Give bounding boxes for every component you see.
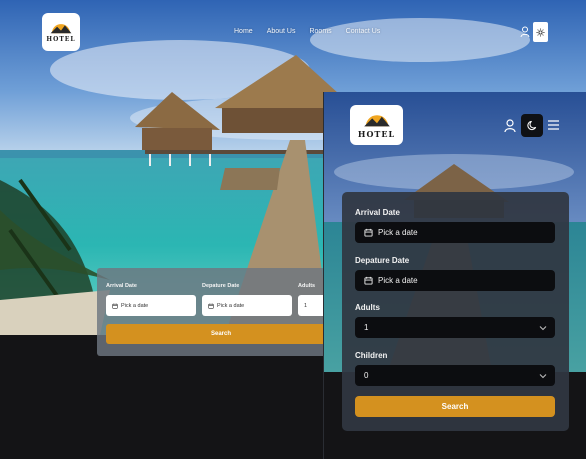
chevron-down-icon <box>539 325 547 330</box>
arrival-date-label: Arrival Date <box>106 283 137 289</box>
nav-item-about-us[interactable]: About Us <box>267 28 296 35</box>
mobile-view: HOTEL Arrival Date Pick a date Depature … <box>323 92 586 459</box>
logo-text: HOTEL <box>46 36 76 43</box>
chevron-down-icon <box>539 373 547 378</box>
user-icon[interactable] <box>520 26 530 38</box>
desktop-booking-form: Arrival Date Depature Date Adults Pick a… <box>97 268 346 356</box>
children-select[interactable]: 0 <box>355 365 555 386</box>
departure-date-label: Depature Date <box>355 256 410 265</box>
departure-date-placeholder: Pick a date <box>217 302 245 309</box>
departure-date-picker[interactable]: Pick a date <box>355 270 555 291</box>
arrival-date-placeholder: Pick a date <box>378 228 418 237</box>
user-icon[interactable] <box>504 119 516 133</box>
moon-icon <box>526 120 536 131</box>
adults-label: Adults <box>355 303 380 312</box>
adults-select[interactable]: 1 <box>355 317 555 338</box>
sun-mountain-logo-icon <box>363 114 390 126</box>
theme-toggle-button[interactable] <box>533 22 548 42</box>
calendar-icon <box>364 228 373 237</box>
departure-date-placeholder: Pick a date <box>378 276 418 285</box>
hotel-logo[interactable]: HOTEL <box>42 13 80 51</box>
arrival-date-picker[interactable]: Pick a date <box>355 222 555 243</box>
children-label: Children <box>355 351 388 360</box>
mobile-search-button[interactable]: Search <box>355 396 555 417</box>
calendar-icon <box>208 303 214 309</box>
nav-item-contact-us[interactable]: Contact Us <box>346 28 381 35</box>
adults-value: 1 <box>364 323 369 332</box>
children-value: 0 <box>364 371 369 380</box>
calendar-icon <box>112 303 118 309</box>
mobile-booking-form: Arrival Date Pick a date Depature Date P… <box>342 192 569 431</box>
arrival-date-picker[interactable]: Pick a date <box>106 295 196 316</box>
nav-item-home[interactable]: Home <box>234 28 253 35</box>
nav-item-rooms[interactable]: Rooms <box>309 28 331 35</box>
mobile-hotel-logo[interactable]: HOTEL <box>350 105 403 145</box>
adults-value: 1 <box>304 302 308 309</box>
search-button-label: Search <box>441 402 469 411</box>
theme-toggle-button[interactable] <box>521 114 543 137</box>
sun-mountain-logo-icon <box>50 24 72 34</box>
main-nav: Home About Us Rooms Contact Us <box>234 28 380 35</box>
logo-text: HOTEL <box>357 128 396 139</box>
arrival-date-placeholder: Pick a date <box>121 302 149 309</box>
departure-date-label: Depature Date <box>202 283 240 289</box>
adults-label: Adults <box>298 283 316 289</box>
search-button-label: Search <box>210 331 231 337</box>
calendar-icon <box>364 276 373 285</box>
sun-icon <box>536 27 545 37</box>
arrival-date-label: Arrival Date <box>355 208 400 217</box>
departure-date-picker[interactable]: Pick a date <box>202 295 292 316</box>
hamburger-menu-icon[interactable] <box>547 119 560 131</box>
search-button[interactable]: Search <box>106 324 346 344</box>
